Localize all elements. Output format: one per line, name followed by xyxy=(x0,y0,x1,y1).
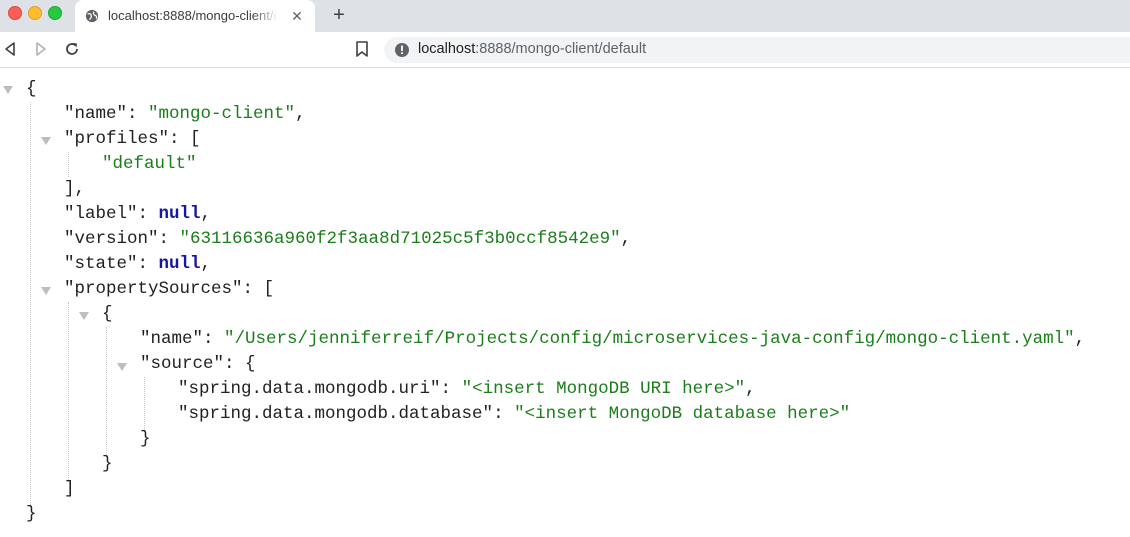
json-string-value: "mongo-client" xyxy=(148,104,296,124)
info-icon[interactable] xyxy=(394,42,410,58)
json-line: } xyxy=(140,429,151,449)
json-line-state: "state": null, xyxy=(64,254,212,274)
tab-strip: localhost:8888/mongo-client/default ✕ + xyxy=(0,0,1130,32)
plus-icon[interactable]: + xyxy=(328,5,350,27)
json-line-profiles: "profiles": [ xyxy=(64,129,201,149)
json-key: "spring.data.mongodb.database" xyxy=(178,404,494,424)
indent-guide xyxy=(68,152,69,177)
forward-icon[interactable] xyxy=(31,40,49,58)
collapse-triangle-icon[interactable] xyxy=(41,287,51,295)
json-line-label: "label": null, xyxy=(64,204,212,224)
close-brace: } xyxy=(26,504,37,524)
json-line: ] xyxy=(64,479,75,499)
json-line-name: "name": "mongo-client", xyxy=(64,104,306,124)
json-line: ], xyxy=(64,179,86,199)
json-string-value: "63116636a960f2f3aa8d71025c5f3b0ccf8542e… xyxy=(179,229,621,249)
close-icon[interactable]: ✕ xyxy=(289,8,305,24)
collapse-triangle-icon[interactable] xyxy=(117,363,127,371)
collapse-triangle-icon[interactable] xyxy=(3,86,13,94)
json-null-value: null xyxy=(158,254,201,274)
tab-title: localhost:8888/mongo-client/default xyxy=(108,8,278,23)
json-line-property-sources: "propertySources": [ xyxy=(64,279,275,299)
json-key: "version" xyxy=(64,229,159,249)
json-string-value: "<insert MongoDB database here>" xyxy=(514,404,851,424)
browser-tab[interactable]: localhost:8888/mongo-client/default ✕ xyxy=(75,0,315,32)
indent-guide xyxy=(144,377,145,432)
json-line: { xyxy=(102,304,113,324)
indent-guide xyxy=(106,327,107,457)
json-string-value: "<insert MongoDB URI here>" xyxy=(461,379,746,399)
json-line: } xyxy=(102,454,113,474)
window-close-button[interactable] xyxy=(8,6,22,20)
json-key: "state" xyxy=(64,254,138,274)
window-minimize-button[interactable] xyxy=(28,6,42,20)
json-line-version: "version": "63116636a960f2f3aa8d71025c5f… xyxy=(64,229,632,249)
json-string-value: "/Users/jenniferreif/Projects/config/mic… xyxy=(224,329,1075,349)
globe-icon xyxy=(85,9,99,23)
json-key: "profiles" xyxy=(64,129,170,149)
json-key: "label" xyxy=(64,204,138,224)
url-text: localhost:8888/mongo-client/default xyxy=(418,41,646,57)
json-key: "source" xyxy=(140,354,225,374)
json-line-database: "spring.data.mongodb.database": "<insert… xyxy=(178,404,851,424)
address-bar[interactable]: localhost:8888/mongo-client/default xyxy=(384,37,1130,63)
open-brace: { xyxy=(26,79,37,99)
collapse-triangle-icon[interactable] xyxy=(41,137,51,145)
json-line: } xyxy=(26,502,37,527)
url-host: localhost xyxy=(418,41,476,57)
json-key: "spring.data.mongodb.uri" xyxy=(178,379,441,399)
browser-toolbar: localhost:8888/mongo-client/default xyxy=(0,32,1130,68)
bookmark-icon[interactable] xyxy=(354,40,370,58)
indent-guide xyxy=(30,102,31,507)
json-key: "name" xyxy=(64,104,128,124)
json-key: "name" xyxy=(140,329,204,349)
json-viewer: { "name": "mongo-client", "profiles": [ … xyxy=(0,67,1130,537)
json-line: { xyxy=(26,77,37,102)
json-null-value: null xyxy=(158,204,201,224)
collapse-triangle-icon[interactable] xyxy=(79,312,89,320)
json-line-profile-item: "default" xyxy=(102,152,197,177)
json-line-uri: "spring.data.mongodb.uri": "<insert Mong… xyxy=(178,379,756,399)
json-key: "propertySources" xyxy=(64,279,243,299)
indent-guide xyxy=(68,302,69,482)
url-path: :8888/mongo-client/default xyxy=(475,41,647,57)
json-string-value: "default" xyxy=(102,154,197,174)
json-line-source: "source": { xyxy=(140,354,256,374)
json-line-ps-name: "name": "/Users/jenniferreif/Projects/co… xyxy=(140,329,1086,349)
window-maximize-button[interactable] xyxy=(48,6,62,20)
reload-icon[interactable] xyxy=(63,40,81,58)
back-icon[interactable] xyxy=(2,40,20,58)
